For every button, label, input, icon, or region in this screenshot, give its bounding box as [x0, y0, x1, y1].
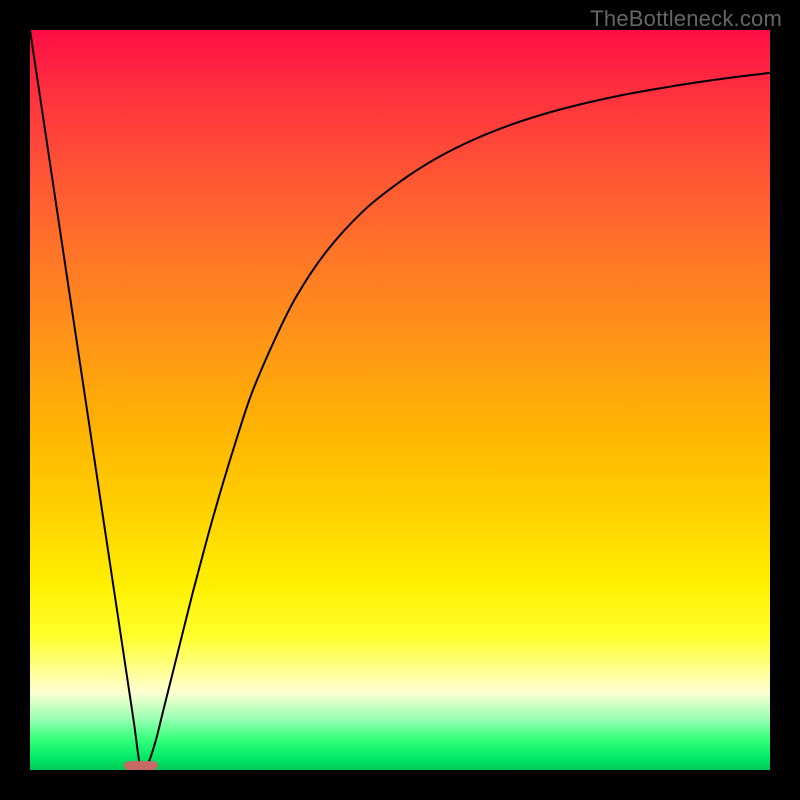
watermark-text: TheBottleneck.com — [590, 6, 782, 32]
chart-svg — [30, 30, 770, 770]
bottleneck-curve — [30, 30, 770, 773]
chart-frame: TheBottleneck.com — [0, 0, 800, 800]
minimum-marker — [124, 761, 158, 770]
plot-area — [30, 30, 770, 770]
